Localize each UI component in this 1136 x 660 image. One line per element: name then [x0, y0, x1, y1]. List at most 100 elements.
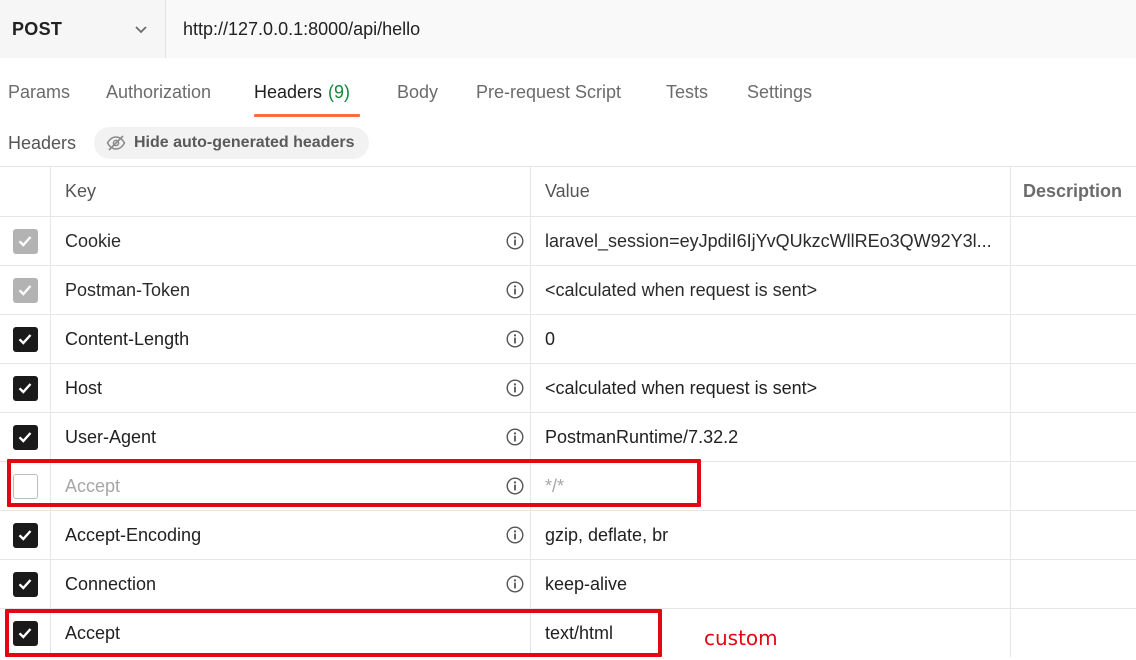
header-value: keep-alive: [545, 573, 628, 594]
column-header-value: Value: [530, 167, 1010, 216]
tab-params[interactable]: Params: [8, 82, 70, 103]
row-checkbox[interactable]: [12, 326, 38, 352]
value-cell[interactable]: keep-alive: [530, 560, 1010, 608]
header-value: laravel_session=eyJpdiI6IjYvQUkzcWllREo3…: [545, 230, 992, 251]
method-select[interactable]: POST: [0, 0, 166, 58]
info-icon[interactable]: [506, 232, 524, 250]
row-checkbox-cell: [0, 413, 50, 461]
header-key: Accept: [65, 622, 121, 643]
table-row: Host <calculated when request is sent>: [0, 363, 1136, 412]
hide-auto-generated-headers-button[interactable]: Hide auto-generated headers: [94, 127, 369, 159]
info-icon[interactable]: [506, 330, 524, 348]
row-checkbox[interactable]: [12, 375, 38, 401]
tab-headers-count: (9): [328, 82, 351, 102]
row-checkbox[interactable]: [12, 228, 38, 254]
key-cell[interactable]: Postman-Token: [50, 266, 530, 314]
description-cell[interactable]: [1010, 609, 1136, 657]
value-cell[interactable]: 0: [530, 315, 1010, 363]
description-cell[interactable]: [1010, 266, 1136, 314]
key-cell[interactable]: Connection: [50, 560, 530, 608]
header-key: Content-Length: [65, 328, 190, 349]
column-header-description: Description: [1010, 167, 1136, 216]
header-key: Connection: [65, 573, 157, 594]
url-input[interactable]: http://127.0.0.1:8000/api/hello: [166, 0, 1136, 58]
table-row: Accept-Encoding gzip, deflate, br: [0, 510, 1136, 559]
row-checkbox[interactable]: [12, 522, 38, 548]
table-row: Content-Length 0: [0, 314, 1136, 363]
info-icon[interactable]: [506, 526, 524, 544]
tab-settings[interactable]: Settings: [747, 82, 812, 103]
info-icon[interactable]: [506, 575, 524, 593]
row-checkbox-cell: [0, 315, 50, 363]
row-checkbox[interactable]: [12, 277, 38, 303]
table-row: Postman-Token <calculated when request i…: [0, 265, 1136, 314]
check-icon: [18, 530, 32, 541]
row-checkbox-cell: [0, 266, 50, 314]
table-row: Connection keep-alive: [0, 559, 1136, 608]
row-checkbox[interactable]: [12, 571, 38, 597]
method-label: POST: [12, 18, 63, 39]
row-checkbox-cell: [0, 462, 50, 510]
info-icon[interactable]: [506, 281, 524, 299]
tab-authorization[interactable]: Authorization: [106, 82, 211, 103]
description-cell[interactable]: [1010, 315, 1136, 363]
value-cell[interactable]: */*: [530, 462, 1010, 510]
header-key: Accept: [65, 475, 121, 496]
key-cell[interactable]: User-Agent: [50, 413, 530, 461]
header-value: text/html: [545, 622, 614, 643]
key-cell[interactable]: Accept-Encoding: [50, 511, 530, 559]
row-checkbox[interactable]: [12, 620, 38, 646]
table-row: Accept */*: [0, 461, 1136, 510]
description-cell[interactable]: [1010, 364, 1136, 412]
key-cell[interactable]: Accept: [50, 462, 530, 510]
tab-headers[interactable]: Headers (9): [254, 82, 350, 103]
description-cell[interactable]: [1010, 511, 1136, 559]
key-cell[interactable]: Content-Length: [50, 315, 530, 363]
value-cell[interactable]: gzip, deflate, br: [530, 511, 1010, 559]
value-cell[interactable]: PostmanRuntime/7.32.2: [530, 413, 1010, 461]
check-icon: [18, 628, 32, 639]
value-cell[interactable]: <calculated when request is sent>: [530, 364, 1010, 412]
headers-table: Key Value Description Cookie laravel_ses…: [0, 166, 1136, 657]
tab-tests[interactable]: Tests: [666, 82, 708, 103]
check-icon: [18, 236, 32, 247]
key-cell[interactable]: Accept: [50, 609, 530, 657]
row-checkbox-cell: [0, 560, 50, 608]
header-key: Host: [65, 377, 103, 398]
row-checkbox-cell: [0, 364, 50, 412]
key-cell[interactable]: Cookie: [50, 217, 530, 265]
table-header-row: Key Value Description: [0, 166, 1136, 216]
table-row: User-Agent PostmanRuntime/7.32.2: [0, 412, 1136, 461]
tab-body[interactable]: Body: [397, 82, 438, 103]
description-cell[interactable]: [1010, 560, 1136, 608]
header-key: Cookie: [65, 230, 122, 251]
request-bar: POST http://127.0.0.1:8000/api/hello: [0, 0, 1136, 58]
key-cell[interactable]: Host: [50, 364, 530, 412]
value-cell[interactable]: laravel_session=eyJpdiI6IjYvQUkzcWllREo3…: [530, 217, 1010, 265]
check-icon: [18, 432, 32, 443]
description-cell[interactable]: [1010, 462, 1136, 510]
table-row: Cookie laravel_session=eyJpdiI6IjYvQUkzc…: [0, 216, 1136, 265]
description-cell[interactable]: [1010, 413, 1136, 461]
row-checkbox[interactable]: [12, 473, 38, 499]
info-icon[interactable]: [506, 379, 524, 397]
info-icon[interactable]: [506, 428, 524, 446]
row-checkbox[interactable]: [12, 424, 38, 450]
header-key: Accept-Encoding: [65, 524, 202, 545]
header-value: gzip, deflate, br: [545, 524, 669, 545]
check-icon: [18, 334, 32, 345]
table-body: Cookie laravel_session=eyJpdiI6IjYvQUkzc…: [0, 216, 1136, 657]
row-checkbox-cell: [0, 609, 50, 657]
custom-annotation: custom: [704, 626, 778, 650]
info-icon[interactable]: [506, 477, 524, 495]
tab-pre-request-script[interactable]: Pre-request Script: [476, 82, 621, 103]
description-cell[interactable]: [1010, 217, 1136, 265]
headers-toolbar: Headers Hide auto-generated headers: [0, 122, 1136, 166]
value-cell[interactable]: <calculated when request is sent>: [530, 266, 1010, 314]
hide-auto-generated-headers-label: Hide auto-generated headers: [134, 134, 355, 151]
header-checkbox-cell: [0, 167, 50, 216]
request-tabs: Params Authorization Headers (9) Body Pre…: [0, 58, 1136, 122]
eye-off-icon: [106, 135, 126, 151]
header-key: User-Agent: [65, 426, 157, 447]
check-icon: [18, 285, 32, 296]
